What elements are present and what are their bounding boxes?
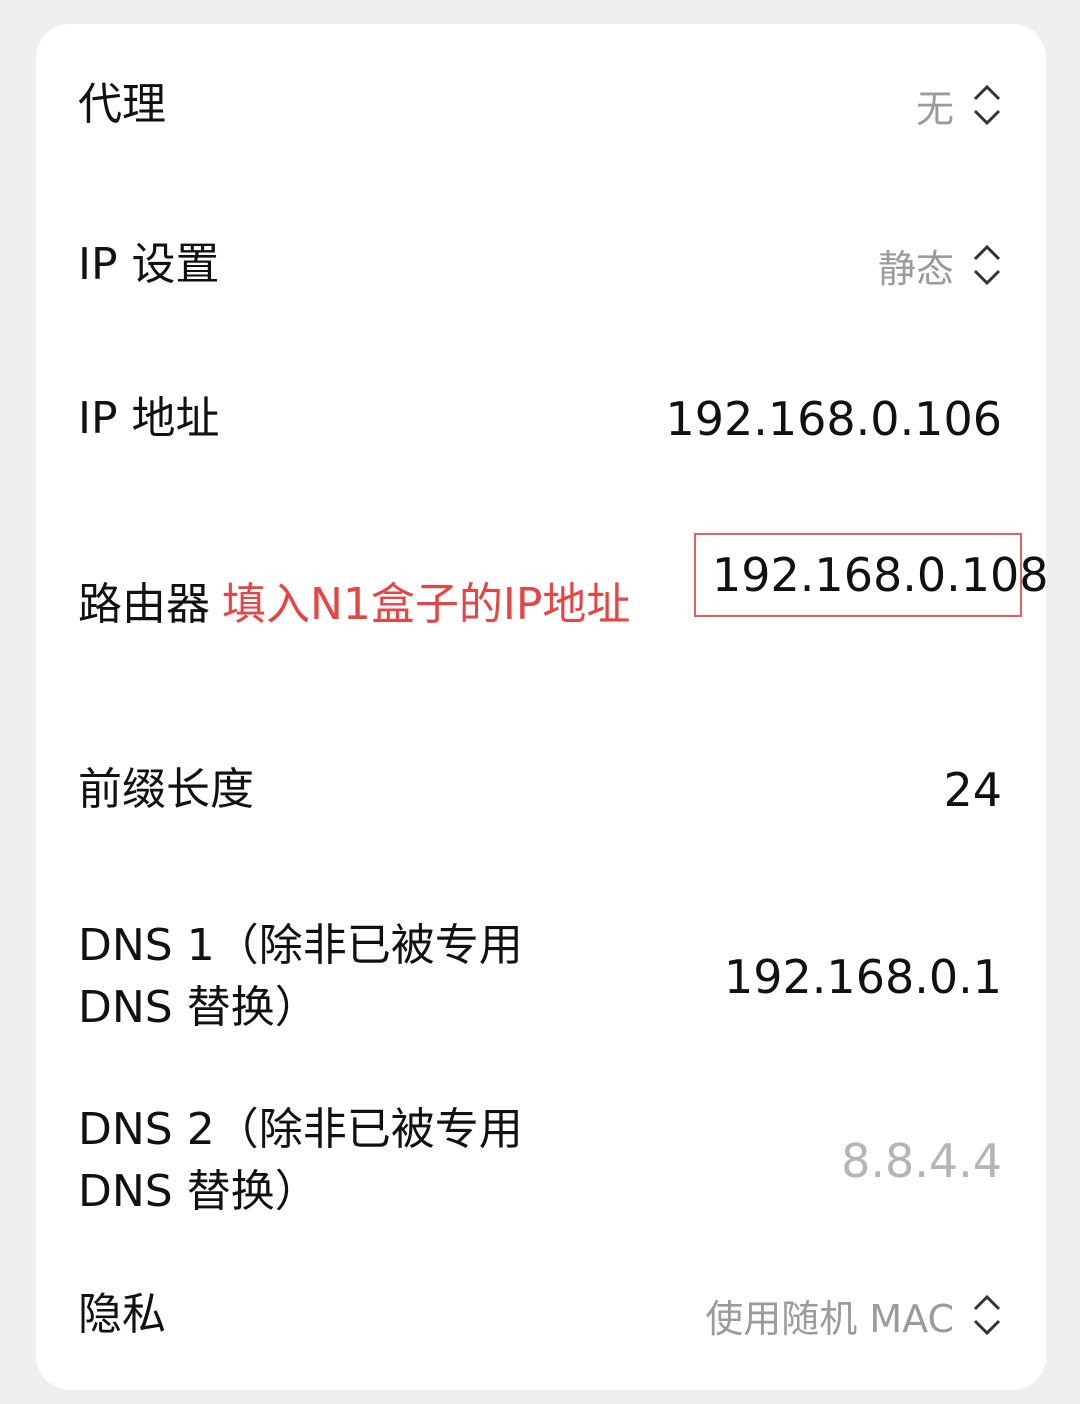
router-annotation: 填入N1盒子的IP地址 <box>222 579 631 630</box>
ip-settings-row[interactable]: IP 设置 静态 <box>36 230 1046 300</box>
up-down-chevron-icon <box>973 1294 1001 1336</box>
router-field[interactable]: 192.168.0.108 <box>694 533 1049 617</box>
dns2-field[interactable]: 8.8.4.4 <box>841 1134 1002 1188</box>
proxy-label: 代理 <box>78 79 166 130</box>
ip-settings-value: 静态 <box>877 246 954 291</box>
dns1-field[interactable]: 192.168.0.1 <box>724 950 1002 1004</box>
router-value: 192.168.0.108 <box>712 548 1049 602</box>
privacy-label: 隐私 <box>78 1289 166 1340</box>
settings-card: 代理 无 IP 设置 静态 IP 地址 192.168.0.106 路由器 填入N… <box>36 24 1049 1390</box>
prefix-length-label: 前缀长度 <box>78 764 254 815</box>
ip-address-field[interactable]: 192.168.0.106 <box>665 392 1002 446</box>
ip-settings-select[interactable]: 静态 <box>878 238 1002 293</box>
prefix-length-field[interactable]: 24 <box>943 763 1002 817</box>
dns2-label: DNS 2（除非已被专用 DNS 替换） <box>78 1104 523 1217</box>
proxy-select[interactable]: 无 <box>916 78 1002 133</box>
router-label-group: 路由器 填入N1盒子的IP地址 <box>78 574 630 636</box>
dns1-label: DNS 1（除非已被专用 DNS 替换） <box>78 920 523 1033</box>
dns1-row[interactable]: DNS 1（除非已被专用 DNS 替换） 192.168.0.1 <box>36 912 1046 1042</box>
router-row[interactable]: 路由器 填入N1盒子的IP地址 192.168.0.108 <box>36 533 1049 640</box>
ip-settings-label: IP 设置 <box>78 239 220 290</box>
prefix-length-row[interactable]: 前缀长度 24 <box>36 755 1046 825</box>
ip-address-label: IP 地址 <box>78 393 220 444</box>
proxy-value: 无 <box>915 86 954 131</box>
privacy-value: 使用随机 MAC <box>705 1296 954 1341</box>
privacy-row[interactable]: 隐私 使用随机 MAC <box>36 1280 1046 1350</box>
router-label: 路由器 <box>78 579 210 630</box>
privacy-select[interactable]: 使用随机 MAC <box>705 1288 1002 1343</box>
up-down-chevron-icon <box>973 84 1001 126</box>
dns2-row[interactable]: DNS 2（除非已被专用 DNS 替换） 8.8.4.4 <box>36 1096 1046 1226</box>
ip-address-row[interactable]: IP 地址 192.168.0.106 <box>36 384 1046 454</box>
proxy-row[interactable]: 代理 无 <box>36 70 1046 140</box>
up-down-chevron-icon <box>973 244 1001 286</box>
